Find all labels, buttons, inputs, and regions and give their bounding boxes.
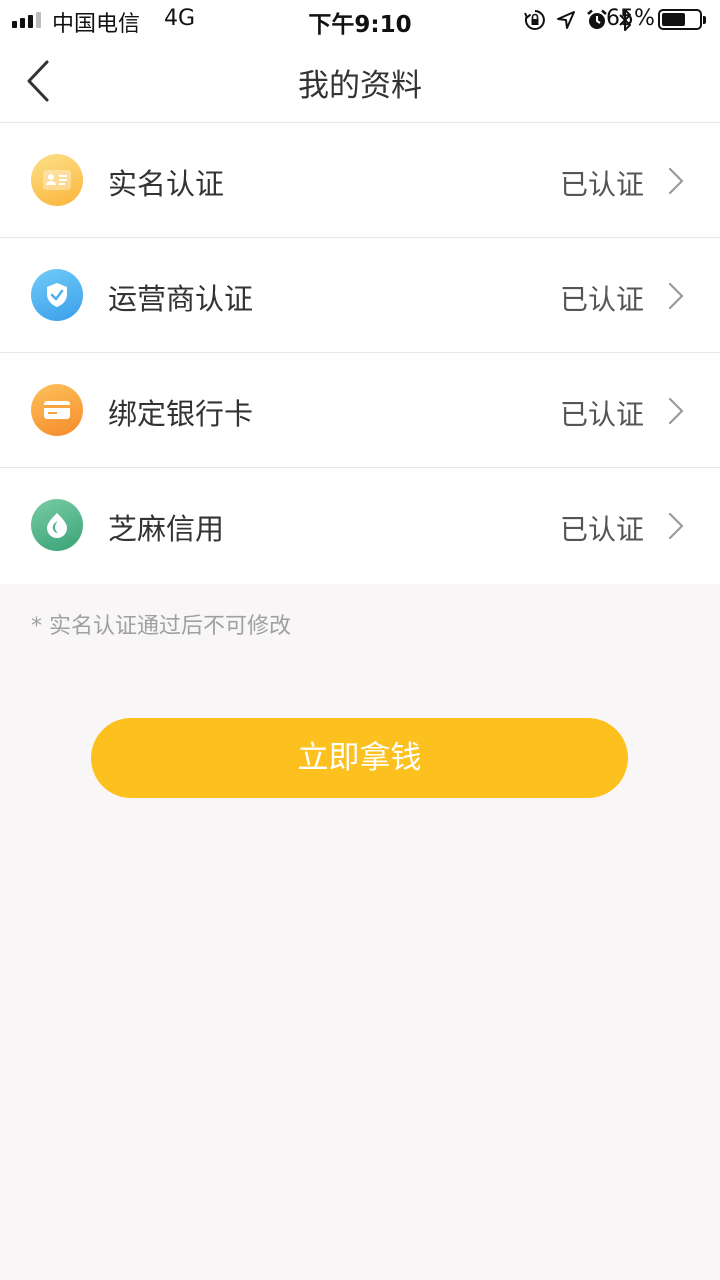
- list-item-bank-card[interactable]: 绑定银行卡 已认证: [0, 353, 720, 468]
- page: 中国电信 4G 下午9:10 65% 我的资料 实名认证 已认证 运营商认证 已…: [0, 0, 720, 1280]
- alarm-icon: [587, 9, 607, 29]
- chevron-right-icon: [668, 282, 684, 310]
- profile-info-list: 实名认证 已认证 运营商认证 已认证 绑定银行卡 已认证 芝麻信用 已认证: [0, 123, 720, 584]
- location-icon: [557, 11, 575, 29]
- status-text: 已认证: [559, 283, 644, 316]
- list-item-real-name[interactable]: 实名认证 已认证: [0, 123, 720, 238]
- get-money-button[interactable]: 立即拿钱: [91, 718, 628, 798]
- list-item-carrier-auth[interactable]: 运营商认证 已认证: [0, 238, 720, 353]
- battery-percent: 65%: [606, 6, 655, 31]
- status-bar: 中国电信 4G 下午9:10 65%: [0, 0, 720, 40]
- status-text: 已认证: [559, 168, 644, 201]
- sesame-credit-icon: [31, 499, 83, 551]
- chevron-right-icon: [668, 167, 684, 195]
- item-label: 运营商认证: [108, 282, 254, 316]
- item-label: 绑定银行卡: [108, 397, 254, 431]
- bank-card-icon: [31, 384, 83, 436]
- chevron-right-icon: [668, 397, 684, 425]
- item-label: 实名认证: [108, 167, 225, 201]
- id-card-icon: [31, 154, 83, 206]
- page-title: 我的资料: [298, 68, 422, 104]
- status-text: 已认证: [559, 398, 644, 431]
- nav-bar: 我的资料: [0, 40, 720, 123]
- battery-icon: [658, 9, 706, 30]
- verification-note: * 实名认证通过后不可修改: [31, 614, 291, 639]
- item-label: 芝麻信用: [108, 512, 225, 546]
- status-text: 已认证: [559, 513, 644, 546]
- shield-icon: [31, 269, 83, 321]
- list-item-sesame-credit[interactable]: 芝麻信用 已认证: [0, 468, 720, 584]
- orientation-lock-icon: [524, 10, 545, 30]
- chevron-right-icon: [668, 512, 684, 540]
